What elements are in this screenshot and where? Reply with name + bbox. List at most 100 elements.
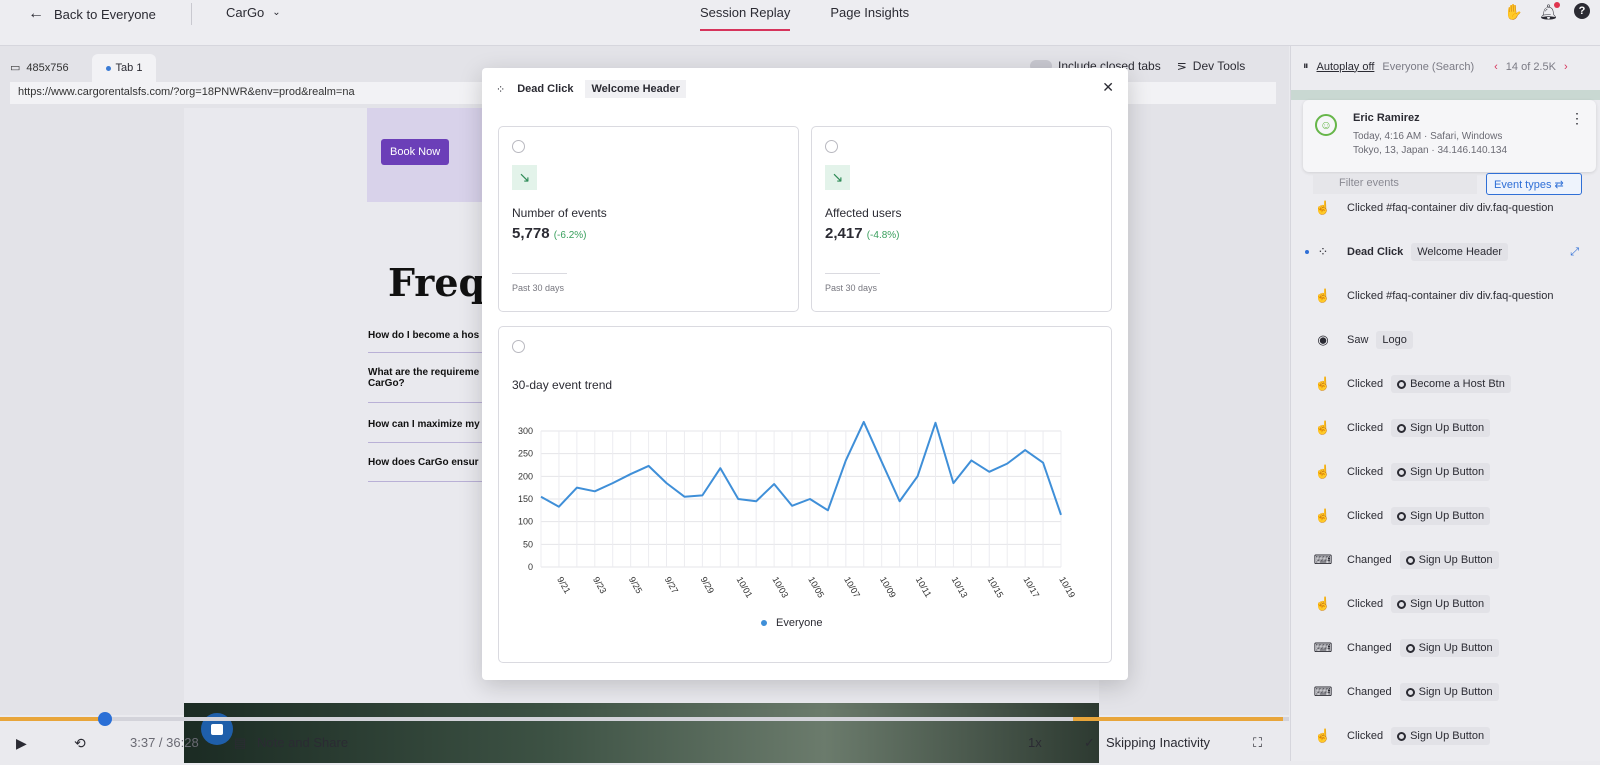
event-row[interactable]: ☝ClickedBecome a Host Btn (1311, 374, 1600, 394)
dev-tools-button[interactable]: ⋝ Dev Tools (1177, 59, 1246, 73)
expand-icon[interactable]: ⤢ (1570, 246, 1579, 259)
chevron-down-icon: ⌄ (272, 7, 280, 18)
fullscreen-icon[interactable]: ⛶ (1253, 735, 1262, 751)
event-text: Changed (1347, 642, 1392, 654)
autoplay-bar: ⏸ Autoplay off Everyone (Search) ‹ 14 of… (1303, 60, 1599, 73)
arrow-left-icon: ← (28, 5, 44, 23)
element-chip: Sign Up Button (1391, 419, 1490, 437)
chevron-left-icon[interactable]: ‹ (1494, 61, 1498, 73)
chip-label: Sign Up Button (1419, 554, 1493, 566)
chip-label: Sign Up Button (1410, 510, 1484, 522)
play-icon[interactable]: ▶ (16, 735, 27, 752)
event-row[interactable]: ⌨ChangedSign Up Button (1311, 682, 1600, 702)
element-chip: Welcome Header (585, 80, 685, 98)
modal-title: Dead Click (517, 83, 573, 95)
clock-icon (825, 140, 838, 153)
event-row[interactable]: ◉SawLogo (1311, 330, 1600, 350)
value-delta: (-4.8%) (867, 230, 900, 241)
x-tick-label: 10/11 (914, 575, 934, 599)
event-text: Clicked (1347, 598, 1383, 610)
browser-tab[interactable]: Tab 1 (92, 54, 156, 82)
event-row[interactable]: ☝ Clicked Sign Up Button (1311, 594, 1600, 614)
element-chip: Sign Up Button (1400, 639, 1499, 657)
hand-pointer-icon: ☝ (1311, 508, 1335, 524)
tab-session-replay[interactable]: Session Replay (700, 5, 790, 31)
app-selector[interactable]: CarGo ⌄ (226, 5, 281, 20)
event-row[interactable]: ☝ClickedSign Up Button (1311, 462, 1600, 482)
event-row[interactable]: ☝Clicked #faq-container div div.faq-ques… (1311, 198, 1600, 218)
hand-pointer-icon: ☝ (1311, 596, 1335, 612)
chip-label: Become a Host Btn (1410, 378, 1505, 390)
x-tick-label: 10/07 (842, 575, 862, 600)
timeline-scrubber[interactable] (0, 717, 1289, 721)
x-tick-label: 9/27 (663, 575, 680, 595)
close-icon[interactable]: ✕ (1102, 79, 1114, 96)
speed-button[interactable]: 1x (1028, 735, 1042, 750)
chevron-right-icon[interactable]: › (1564, 61, 1568, 73)
x-tick-label: 10/05 (806, 575, 826, 600)
filter-events-input[interactable]: Filter events (1313, 174, 1477, 194)
timeline-played (0, 717, 104, 721)
element-chip: Sign Up Button (1391, 507, 1490, 525)
main-tabs: Session Replay Page Insights (700, 5, 909, 31)
element-icon (1397, 380, 1406, 389)
event-row[interactable]: ☝ Clicked Sign Up Button (1311, 506, 1600, 526)
note-icon: ▤ (234, 735, 246, 751)
tab-dot-icon (106, 66, 111, 71)
card-label: Affected users (825, 206, 902, 220)
more-options-icon[interactable]: ⋮ (1570, 110, 1584, 127)
replay-icon[interactable]: ⟲ (74, 735, 86, 752)
event-text: Clicked #faq-container div div.faq-quest… (1347, 290, 1553, 302)
hand-pointer-icon: ☝ (1311, 288, 1335, 304)
hand-icon[interactable]: ✋ (1504, 3, 1523, 21)
element-chip: Sign Up Button (1391, 727, 1490, 745)
dead-click-icon: ⁘ (1311, 244, 1335, 260)
event-types-button[interactable]: Event types ⇄ (1486, 173, 1582, 195)
event-row[interactable]: ⌨ChangedSign Up Button (1311, 550, 1600, 570)
user-location: Tokyo, 13, Japan · 34.146.140.134 (1353, 145, 1507, 156)
keyboard-icon: ⌨ (1311, 552, 1335, 568)
event-row[interactable]: ⁘Dead ClickWelcome Header⤢ (1311, 242, 1600, 262)
y-tick-label: 50 (523, 539, 533, 549)
element-chip: Sign Up Button (1391, 463, 1490, 481)
skipping-inactivity-toggle[interactable]: Skipping Inactivity (1106, 735, 1210, 750)
y-tick-label: 100 (518, 517, 533, 527)
y-tick-label: 250 (518, 449, 533, 459)
event-text: Clicked (1347, 510, 1383, 522)
x-tick-label: 10/17 (1021, 575, 1041, 600)
legend-dot-icon (761, 620, 767, 626)
timeline-activity (1073, 717, 1283, 721)
avatar: ☺ (1315, 114, 1337, 136)
autoplay-toggle[interactable]: Autoplay off (1317, 61, 1375, 73)
segment-label: Everyone (Search) (1382, 61, 1474, 73)
event-text: Clicked (1347, 730, 1383, 742)
event-text: Saw (1347, 334, 1368, 346)
bell-icon[interactable]: 🔔︎ (1539, 3, 1558, 21)
help-icon[interactable]: ? (1574, 3, 1590, 19)
element-chip: Sign Up Button (1400, 551, 1499, 569)
x-tick-label: 10/19 (1057, 575, 1077, 600)
back-label: Back to Everyone (54, 7, 156, 22)
hand-pointer-icon: ☝ (1311, 464, 1335, 480)
divider (512, 273, 567, 274)
session-counter: 14 of 2.5K (1506, 61, 1556, 73)
event-row[interactable]: ⌨ChangedSign Up Button (1311, 638, 1600, 658)
active-dot (1305, 250, 1309, 254)
event-row[interactable]: ☝ClickedSign Up Button (1311, 726, 1600, 746)
value-delta: (-6.2%) (554, 230, 587, 241)
trend-chart-card: 30-day event trend 0501001502002503009/2… (498, 326, 1112, 663)
x-tick-label: 10/03 (770, 575, 790, 600)
value-number: 2,417 (825, 225, 863, 242)
divider (191, 3, 192, 25)
back-button[interactable]: ← Back to Everyone (28, 5, 156, 23)
element-chip: Sign Up Button (1391, 595, 1490, 613)
tab-label: Tab 1 (116, 62, 143, 74)
tab-page-insights[interactable]: Page Insights (830, 5, 909, 31)
user-meta: Today, 4:16 AM · Safari, Windows (1353, 131, 1502, 142)
viewport-size: 485x756 (26, 62, 68, 74)
dead-click-modal: ⁘ Dead Click Welcome Header ✕ ↘ Number o… (482, 68, 1128, 680)
events-card: ↘ Number of events 5,778 (-6.2%) Past 30… (498, 126, 799, 312)
event-row[interactable]: ☝ClickedSign Up Button (1311, 418, 1600, 438)
event-row[interactable]: ☝ Clicked #faq-container div div.faq-ques… (1311, 286, 1600, 306)
note-and-share-button[interactable]: Note and Share (257, 735, 348, 750)
